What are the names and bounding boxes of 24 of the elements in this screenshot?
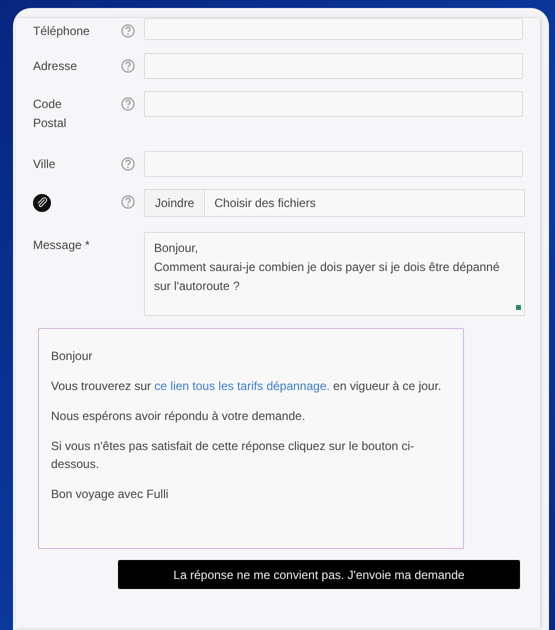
help-icon[interactable]	[121, 24, 135, 38]
input-field[interactable]	[144, 151, 523, 177]
help-icon[interactable]	[121, 195, 135, 209]
paperclip-icon	[33, 194, 51, 212]
help-icon[interactable]	[121, 97, 135, 111]
message-field[interactable]: Bonjour, Comment saurai-je combien je dois payer si je dois être dépanné sur l'autoroute ?	[144, 232, 525, 316]
reply-paragraph: Bon voyage avec Fulli	[51, 486, 170, 503]
resize-handle[interactable]	[516, 305, 521, 310]
submit-button[interactable]: La réponse ne me convient pas. J'envoie ma demande	[118, 560, 520, 589]
help-icon[interactable]	[121, 157, 135, 171]
field-label: Adresse	[33, 58, 78, 75]
reply-paragraph: Bonjour	[51, 348, 94, 365]
field-label: Message *	[33, 237, 91, 254]
input-field[interactable]	[144, 18, 523, 40]
reply-paragraph: Si vous n'êtes pas satisfait de cette réponse cliquez sur le bouton ci-dessous.	[51, 438, 416, 473]
field-label: Code Postal	[33, 96, 68, 132]
tariffs-link[interactable]: ce lien tous les tarifs dépannage.	[154, 379, 330, 393]
reply-paragraph: Vous trouverez sur ce lien tous les tarifs dépannage. en vigueur à ce jour.	[51, 378, 442, 395]
input-field[interactable]	[144, 91, 523, 117]
field-label: Téléphone	[33, 23, 91, 40]
help-icon[interactable]	[121, 59, 135, 73]
reply-paragraph: Nous espérons avoir répondu à votre demande.	[51, 408, 306, 425]
field-label: Ville	[33, 156, 56, 173]
input-field[interactable]	[144, 53, 523, 79]
